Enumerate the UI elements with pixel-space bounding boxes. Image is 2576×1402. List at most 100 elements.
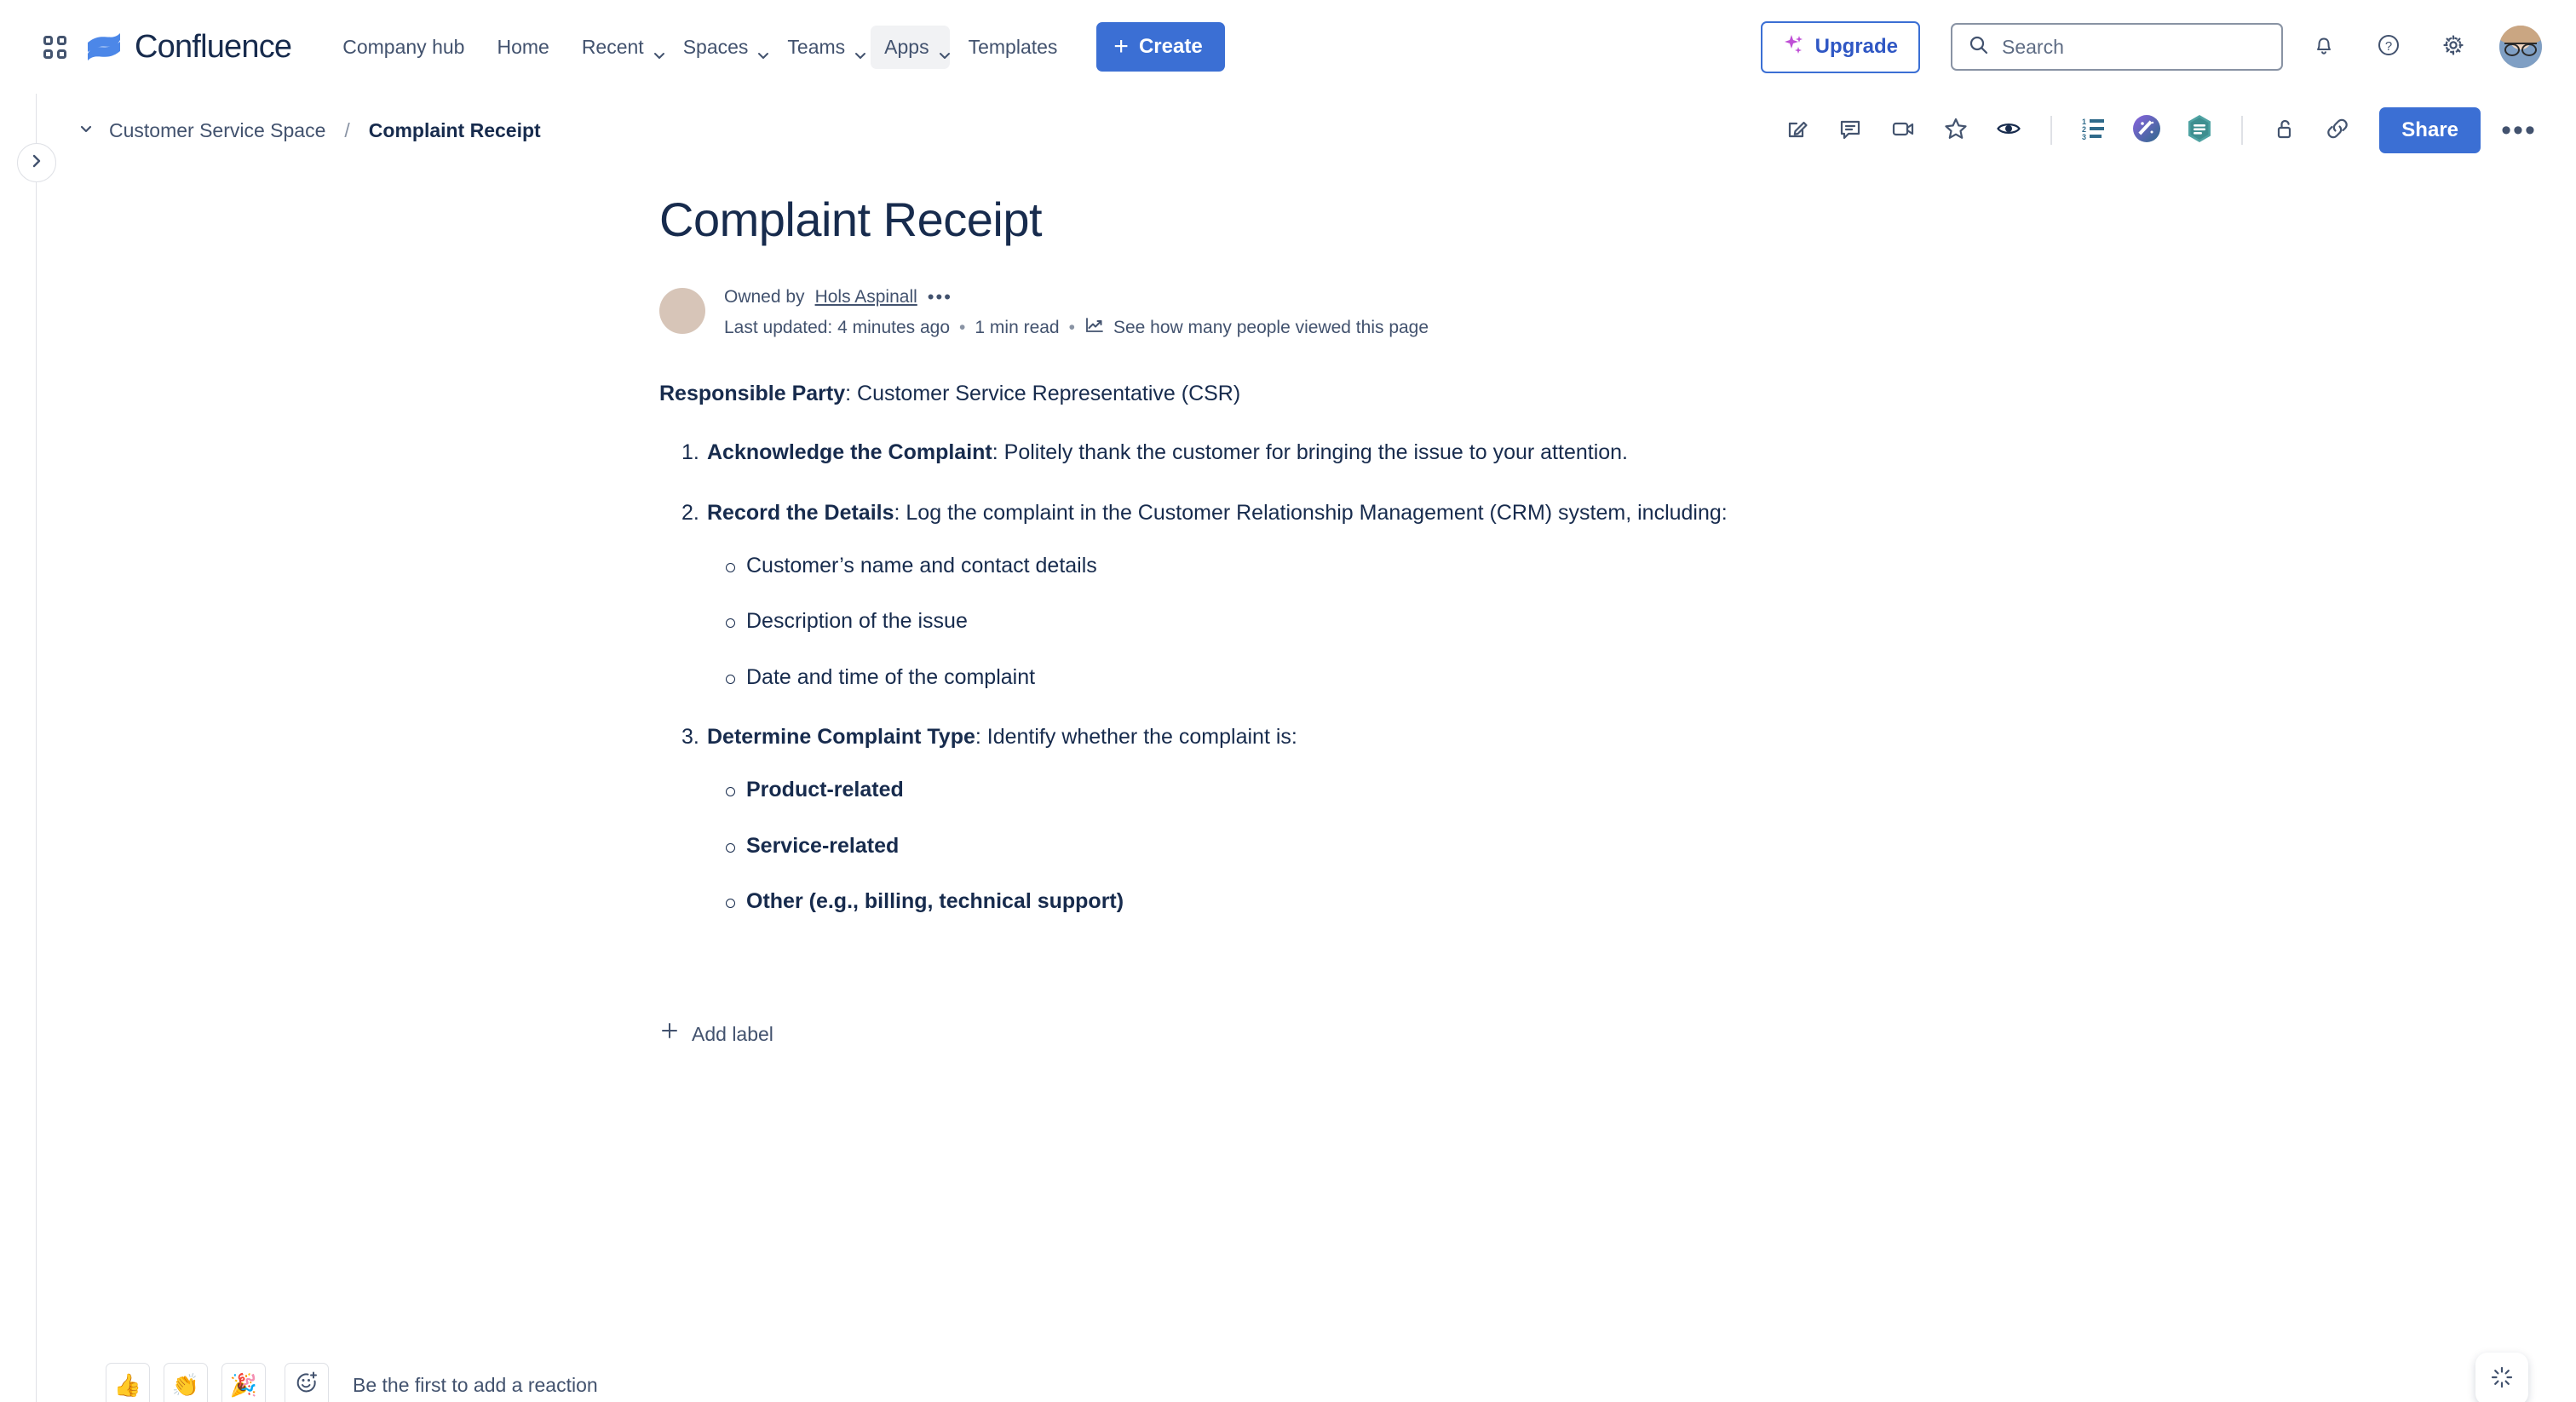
reactions-bar: 👍 👏 🎉 Be the first to add a reaction	[106, 1363, 598, 1402]
sparkle-icon	[1783, 33, 1805, 61]
byline-more-button[interactable]: •••	[928, 286, 952, 308]
clap-icon: 👏	[171, 1371, 200, 1398]
notifications-button[interactable]	[2300, 23, 2348, 71]
responsible-party-value: : Customer Service Representative (CSR)	[845, 382, 1241, 406]
step-text: : Log the complaint in the Customer Rela…	[894, 501, 1728, 526]
procedure-steps-list: Acknowledge the Complaint: Politely than…	[659, 436, 2406, 917]
magic-wand-icon	[2130, 112, 2164, 150]
sidebar-rail-divider	[36, 94, 37, 1402]
star-button[interactable]	[1933, 107, 1979, 153]
reaction-party-button[interactable]: 🎉	[221, 1363, 266, 1402]
app-switcher-grid-icon	[43, 35, 66, 59]
confluence-logo[interactable]: Confluence	[85, 28, 292, 66]
numbered-list-icon: 1 2 3	[2080, 115, 2107, 147]
byline-text-block: Owned by Hols Aspinall ••• Last updated:…	[724, 284, 1429, 341]
breadcrumb-current-page: Complaint Receipt	[368, 118, 541, 141]
create-button-label: Create	[1138, 35, 1203, 58]
watch-button[interactable]	[1986, 107, 2032, 153]
list-item: Determine Complaint Type: Identify wheth…	[659, 721, 2406, 917]
step-title: Determine Complaint Type	[707, 725, 975, 750]
nav-item-teams[interactable]: Teams	[773, 26, 866, 69]
breadcrumb-space-link[interactable]: Customer Service Space	[109, 119, 325, 142]
avatar-hair	[2499, 26, 2542, 44]
nav-item-templates[interactable]: Templates	[955, 26, 1072, 69]
add-reaction-button[interactable]	[285, 1363, 329, 1402]
copy-link-button[interactable]	[2314, 107, 2360, 153]
nav-item-company-hub[interactable]: Company hub	[329, 26, 478, 69]
page-more-actions-button[interactable]: •••	[2496, 107, 2542, 153]
last-updated-text: Last updated: 4 minutes ago	[724, 318, 951, 338]
video-icon	[1890, 116, 1916, 146]
nav-label: Spaces	[682, 35, 749, 58]
watch-eye-icon	[1996, 116, 2021, 146]
sub-item-text: Other (e.g., billing, technical support)	[746, 889, 1124, 914]
create-button[interactable]: + Create	[1096, 22, 1225, 72]
add-reaction-icon	[294, 1370, 319, 1401]
loading-burst-icon	[2489, 1365, 2515, 1394]
nav-label: Recent	[581, 35, 644, 58]
page-title: Complaint Receipt	[659, 192, 1043, 246]
toolbar-divider	[2050, 116, 2053, 145]
breadcrumb-toolbar: Customer Service Space / Complaint Recei…	[0, 94, 2576, 167]
hexagon-app-button[interactable]	[2176, 107, 2222, 153]
page-analytics-link[interactable]: See how many people viewed this page	[1084, 315, 1429, 341]
nav-label: Templates	[968, 35, 1058, 58]
breadcrumb-chevron-down-icon[interactable]	[77, 119, 95, 142]
nav-item-recent[interactable]: Recent	[568, 26, 664, 69]
owner-avatar[interactable]	[659, 288, 705, 335]
step-text: : Politely thank the customer for bringi…	[992, 440, 1629, 465]
svg-text:?: ?	[2385, 39, 2392, 54]
comment-icon	[1837, 116, 1863, 146]
step-title: Record the Details	[707, 501, 894, 526]
upgrade-button[interactable]: Upgrade	[1760, 20, 1920, 73]
help-button[interactable]: ?	[2365, 23, 2412, 71]
page-region: Customer Service Space / Complaint Recei…	[0, 94, 2576, 1402]
step-text: : Identify whether the complaint is:	[975, 725, 1297, 750]
comment-button[interactable]	[1827, 107, 1873, 153]
hexagon-app-icon	[2182, 112, 2217, 150]
sub-item-text: Customer’s name and contact details	[746, 553, 1097, 577]
ai-assistant-button[interactable]	[2124, 107, 2170, 153]
restrictions-button[interactable]	[2262, 107, 2308, 153]
nav-label: Apps	[884, 35, 929, 58]
owned-by-label: Owned by	[724, 287, 805, 307]
video-button[interactable]	[1880, 107, 1926, 153]
avatar-glasses	[2504, 43, 2537, 56]
reaction-thumbsup-button[interactable]: 👍	[106, 1363, 150, 1402]
owner-link[interactable]: Hols Aspinall	[815, 287, 917, 307]
add-label-button[interactable]: Add label	[659, 1019, 2406, 1050]
page-toolbar: 1 2 3 Share •••	[1774, 107, 2542, 153]
responsible-party-paragraph: Responsible Party: Customer Service Repr…	[659, 376, 2406, 411]
app-switcher-button[interactable]	[36, 28, 73, 66]
nav-item-spaces[interactable]: Spaces	[670, 26, 769, 69]
help-icon: ?	[2376, 32, 2401, 62]
edit-icon	[1785, 116, 1810, 146]
content-outline-button[interactable]: 1 2 3	[2071, 107, 2117, 153]
search-input[interactable]	[2002, 35, 2266, 59]
unlock-icon	[2272, 116, 2297, 146]
list-item: Service-related	[707, 830, 2406, 863]
upgrade-button-label: Upgrade	[1814, 35, 1898, 58]
byline-meta-row: Last updated: 4 minutes ago • 1 min read…	[724, 315, 1429, 341]
reaction-clap-button[interactable]: 👏	[164, 1363, 208, 1402]
link-icon	[2325, 116, 2350, 146]
floating-action-button[interactable]	[2475, 1353, 2528, 1402]
avatar[interactable]	[2499, 26, 2542, 68]
step-sublist: Product-related Service-related Other (e…	[707, 774, 2406, 918]
chart-trend-icon	[1084, 315, 1105, 341]
responsible-party-label: Responsible Party	[659, 382, 846, 406]
breadcrumb-separator: /	[344, 118, 350, 141]
share-button[interactable]: Share	[2379, 107, 2481, 153]
plus-icon: +	[1113, 32, 1129, 60]
gear-icon	[2441, 32, 2466, 62]
expand-sidebar-button[interactable]	[17, 143, 56, 182]
search-box[interactable]	[1951, 23, 2283, 71]
settings-button[interactable]	[2429, 23, 2477, 71]
toolbar-divider	[2241, 116, 2244, 145]
search-icon	[1968, 34, 1990, 60]
edit-button[interactable]	[1774, 107, 1820, 153]
nav-item-apps[interactable]: Apps	[871, 25, 950, 69]
nav-item-home[interactable]: Home	[483, 26, 562, 69]
star-icon	[1943, 116, 1969, 146]
breadcrumb: Customer Service Space / Complaint Recei…	[77, 119, 541, 142]
